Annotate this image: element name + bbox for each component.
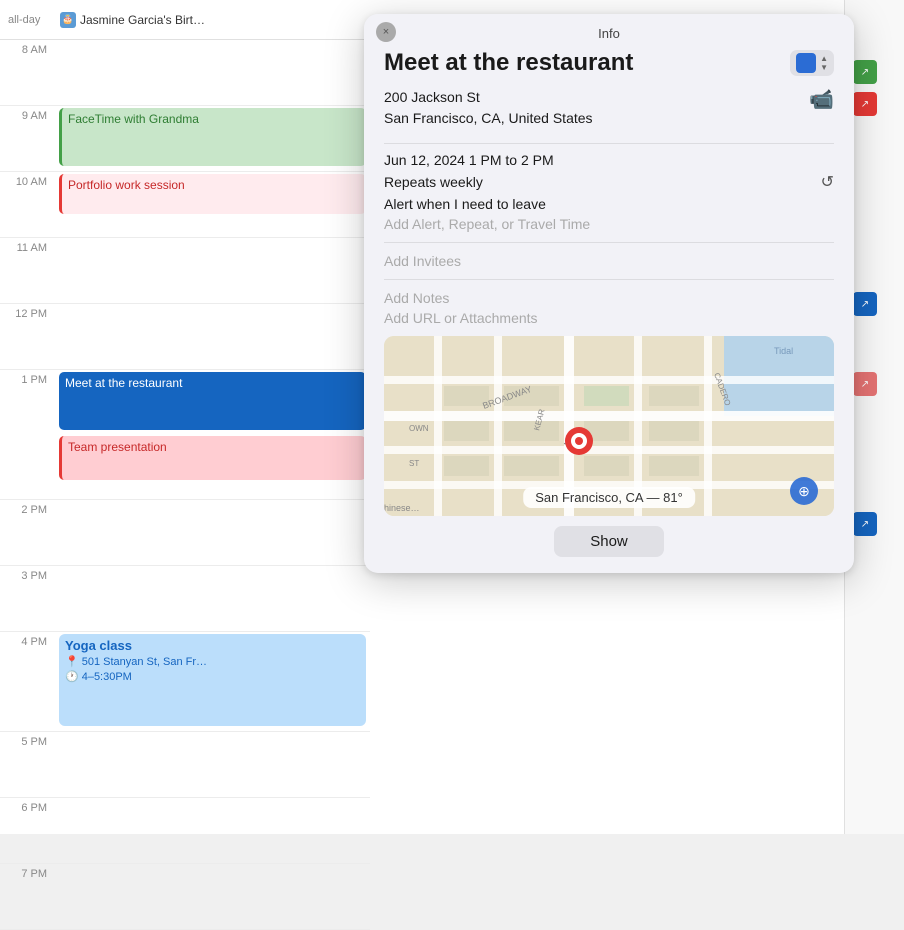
right-event-5: ↗ xyxy=(853,512,877,536)
portfolio-event[interactable]: Portfolio work session xyxy=(59,174,366,214)
map-container[interactable]: BROADWAY CADERO OWN ST KEAR N hinese… Ti… xyxy=(384,336,834,516)
allday-label: all-day xyxy=(0,14,60,26)
facetime-event[interactable]: FaceTime with Grandma xyxy=(59,108,366,166)
section-divider-2 xyxy=(384,279,834,280)
svg-text:Tidal: Tidal xyxy=(774,346,793,356)
time-row-4pm: 4 PM Yoga class 📍 501 Stanyan St, San Fr… xyxy=(0,632,370,732)
time-row-6pm: 6 PM xyxy=(0,798,370,864)
time-content-12pm xyxy=(55,304,370,369)
time-content-11am xyxy=(55,238,370,303)
show-button[interactable]: Show xyxy=(554,526,664,557)
svg-text:⊕: ⊕ xyxy=(798,483,810,499)
repeat-row: Repeats weekly ↺ xyxy=(384,172,834,192)
time-content-6pm xyxy=(55,798,370,863)
repeat-icon: ↺ xyxy=(821,172,834,192)
alert-row: Alert when I need to leave xyxy=(384,196,834,212)
time-content-5pm xyxy=(55,732,370,797)
address-line2: San Francisco, CA, United States xyxy=(384,108,593,129)
time-label-6pm: 6 PM xyxy=(0,798,55,863)
close-button[interactable]: × xyxy=(376,22,396,42)
time-label-8am: 8 AM xyxy=(0,40,55,105)
time-row-8am: 8 AM xyxy=(0,40,370,106)
yoga-event[interactable]: Yoga class 📍 501 Stanyan St, San Fr… 🕐 4… xyxy=(59,634,366,726)
yoga-time-detail: 🕐 4–5:30PM xyxy=(65,670,360,683)
add-notes-row[interactable]: Add Notes xyxy=(384,290,834,306)
time-content-9am: FaceTime with Grandma xyxy=(55,106,370,171)
time-row-5pm: 5 PM xyxy=(0,732,370,798)
close-icon: × xyxy=(383,26,389,38)
time-row-12pm: 12 PM xyxy=(0,304,370,370)
color-swatch xyxy=(796,53,816,73)
time-label-3pm: 3 PM xyxy=(0,566,55,631)
popup-header: × Info xyxy=(364,14,854,49)
allday-event-title: Jasmine Garcia's Birt… xyxy=(80,13,205,27)
popup-header-title: Info xyxy=(598,26,620,41)
add-url-row[interactable]: Add URL or Attachments xyxy=(384,310,834,326)
event-title: Meet at the restaurant xyxy=(384,49,633,77)
time-label-11am: 11 AM xyxy=(0,238,55,303)
time-row-9am: 9 AM FaceTime with Grandma xyxy=(0,106,370,172)
add-invitees-row[interactable]: Add Invitees xyxy=(384,253,834,269)
location-text: 200 Jackson St San Francisco, CA, United… xyxy=(384,87,593,129)
section-divider-1 xyxy=(384,242,834,243)
right-event-3: ↗ xyxy=(853,292,877,316)
restaurant-event[interactable]: Meet at the restaurant xyxy=(59,372,366,430)
divider-1 xyxy=(384,143,834,144)
event-title-row: Meet at the restaurant ▲ ▼ xyxy=(384,49,834,77)
address-line1: 200 Jackson St xyxy=(384,87,593,108)
time-label-9am: 9 AM xyxy=(0,106,55,171)
time-row-7pm: 7 PM xyxy=(0,864,370,930)
time-content-10am: Portfolio work session xyxy=(55,172,370,237)
time-row-11am: 11 AM xyxy=(0,238,370,304)
allday-row: all-day 🎂 Jasmine Garcia's Birt… xyxy=(0,0,370,40)
time-label-7pm: 7 PM xyxy=(0,864,55,929)
allday-event[interactable]: 🎂 Jasmine Garcia's Birt… xyxy=(60,12,205,28)
location-row: 200 Jackson St San Francisco, CA, United… xyxy=(384,87,834,129)
time-label-5pm: 5 PM xyxy=(0,732,55,797)
date-row: Jun 12, 2024 1 PM to 2 PM xyxy=(384,152,834,168)
svg-text:hinese…: hinese… xyxy=(384,503,420,513)
right-event-1: ↗ xyxy=(853,60,877,84)
team-event[interactable]: Team presentation xyxy=(59,436,366,480)
color-picker[interactable]: ▲ ▼ xyxy=(790,50,834,76)
location-icon: 📍 xyxy=(65,655,79,668)
time-slots: 8 AM 9 AM FaceTime with Grandma 10 AM Po… xyxy=(0,40,370,930)
video-icon[interactable]: 📹 xyxy=(809,87,834,112)
time-row-10am: 10 AM Portfolio work session xyxy=(0,172,370,238)
svg-text:OWN: OWN xyxy=(409,424,429,433)
clock-icon: 🕐 xyxy=(65,670,79,683)
time-content-4pm: Yoga class 📍 501 Stanyan St, San Fr… 🕐 4… xyxy=(55,632,370,731)
yoga-title: Yoga class xyxy=(65,638,360,653)
chevron-updown-icon: ▲ ▼ xyxy=(820,55,828,72)
yoga-address: 📍 501 Stanyan St, San Fr… xyxy=(65,655,360,668)
time-row-1pm: 1 PM Meet at the restaurant Team present… xyxy=(0,370,370,500)
time-content-3pm xyxy=(55,566,370,631)
time-content-1pm: Meet at the restaurant Team presentation xyxy=(55,370,370,499)
add-alert-row[interactable]: Add Alert, Repeat, or Travel Time xyxy=(384,216,834,232)
time-label-12pm: 12 PM xyxy=(0,304,55,369)
time-row-2pm: 2 PM xyxy=(0,500,370,566)
time-label-2pm: 2 PM xyxy=(0,500,55,565)
repeat-text: Repeats weekly xyxy=(384,174,483,190)
right-event-4: ↗ xyxy=(853,372,877,396)
birthday-icon: 🎂 xyxy=(60,12,76,28)
time-content-8am xyxy=(55,40,370,105)
time-content-7pm xyxy=(55,864,370,929)
right-event-2: ↗ xyxy=(853,92,877,116)
map-location-label: San Francisco, CA — 81° xyxy=(523,487,695,508)
time-label-4pm: 4 PM xyxy=(0,632,55,731)
time-content-2pm xyxy=(55,500,370,565)
time-row-3pm: 3 PM xyxy=(0,566,370,632)
popup-body: Meet at the restaurant ▲ ▼ 200 Jackson S… xyxy=(364,49,854,326)
info-popup: × Info Meet at the restaurant ▲ ▼ 200 Ja… xyxy=(364,14,854,573)
time-label-10am: 10 AM xyxy=(0,172,55,237)
time-label-1pm: 1 PM xyxy=(0,370,55,499)
svg-text:ST: ST xyxy=(409,459,419,468)
